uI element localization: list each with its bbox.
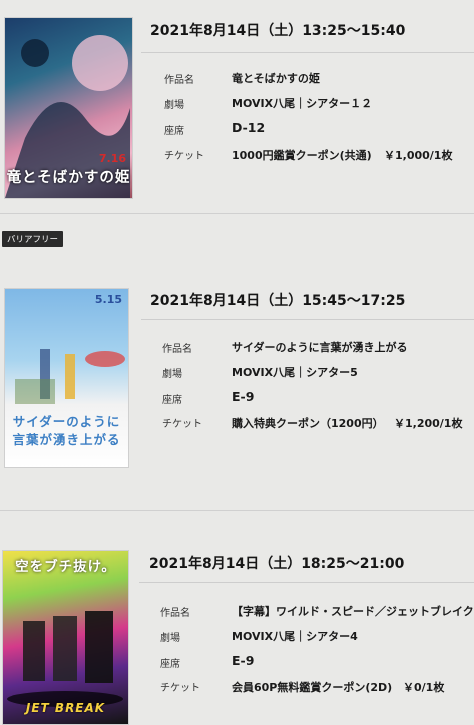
ticket-price: ￥1,000/1枚 [384, 149, 453, 162]
row-title: 作品名 竜とそばかすの姫 [0, 68, 474, 88]
row-title: 作品名 【字幕】ワイルド・スピード／ジェットブレイク [0, 601, 474, 621]
title-label: 作品名 [164, 75, 194, 86]
showtime: 2021年8月14日（土）15:45～17:25 [150, 293, 406, 309]
row-ticket: チケット 購入特典クーポン（1200円） ￥1,200/1枚 [0, 412, 474, 432]
divider [139, 582, 474, 583]
row-theater: 劇場 MOVIX八尾｜シアター１２ [0, 93, 474, 113]
ticket-price: ￥1,200/1枚 [394, 417, 463, 430]
seat-value: E-9 [232, 389, 255, 404]
theater-value: MOVIX八尾｜シアター4 [232, 630, 358, 643]
ticket-price: ￥0/1枚 [403, 681, 445, 694]
ticket-value: 1000円鑑賞クーポン(共通) [232, 149, 372, 162]
poster-title: 空をブチ抜け。 [15, 559, 116, 575]
reservation-card: 空をブチ抜け。 JET BREAK 2021年8月14日（土）18:25～21:… [0, 525, 474, 725]
ticket-value: 購入特典クーポン（1200円） [232, 417, 384, 430]
title-value: 竜とそばかすの姫 [232, 72, 320, 85]
ticket-label: チケット [164, 151, 204, 162]
row-seat: 座席 E-9 [0, 387, 474, 407]
poster-subtitle: JET BREAK [25, 701, 106, 715]
theater-value: MOVIX八尾｜シアター１２ [232, 97, 373, 110]
row-theater: 劇場 MOVIX八尾｜シアター5 [0, 362, 474, 382]
poster-title: 竜とそばかすの姫 [6, 170, 131, 186]
theater-value: MOVIX八尾｜シアター5 [232, 366, 358, 379]
theater-label: 劇場 [162, 369, 182, 380]
card-separator [0, 213, 474, 214]
showtime: 2021年8月14日（土）13:25～15:40 [150, 23, 406, 39]
seat-value: D-12 [232, 120, 266, 135]
ticket-value: 会員60P無料鑑賞クーポン(2D) [232, 681, 393, 694]
divider [141, 52, 474, 53]
reservation-card: 7.16 竜とそばかすの姫 2021年8月14日（土）13:25～15:40 作… [0, 0, 474, 205]
row-ticket: チケット 会員60P無料鑑賞クーポン(2D) ￥0/1枚 [0, 676, 474, 696]
row-title: 作品名 サイダーのように言葉が湧き上がる [0, 337, 474, 357]
title-value: 【字幕】ワイルド・スピード／ジェットブレイク [232, 605, 474, 618]
ticket-label: チケット [162, 419, 202, 430]
row-seat: 座席 E-9 [0, 651, 474, 671]
row-theater: 劇場 MOVIX八尾｜シアター4 [0, 626, 474, 646]
seat-label: 座席 [160, 659, 180, 670]
row-seat: 座席 D-12 [0, 118, 474, 138]
title-label: 作品名 [162, 344, 192, 355]
seat-label: 座席 [162, 395, 182, 406]
title-value: サイダーのように言葉が湧き上がる [232, 341, 408, 354]
reservation-list: 7.16 竜とそばかすの姫 2021年8月14日（土）13:25～15:40 作… [0, 0, 474, 725]
reservation-card: 5.15 サイダーのように言葉が湧き上がる 2021年8月14日（土）15:45… [0, 262, 474, 502]
showtime: 2021年8月14日（土）18:25～21:00 [149, 556, 405, 572]
theater-label: 劇場 [160, 633, 180, 644]
title-label: 作品名 [160, 608, 190, 619]
row-ticket: チケット 1000円鑑賞クーポン(共通) ￥1,000/1枚 [0, 144, 474, 164]
divider [141, 319, 474, 320]
theater-label: 劇場 [164, 100, 184, 111]
card-separator [0, 510, 474, 511]
poster-date: 5.15 [94, 293, 122, 306]
barrier-free-badge: バリアフリー [2, 231, 64, 247]
ticket-label: チケット [160, 683, 200, 694]
seat-value: E-9 [232, 653, 255, 668]
seat-label: 座席 [164, 126, 184, 137]
